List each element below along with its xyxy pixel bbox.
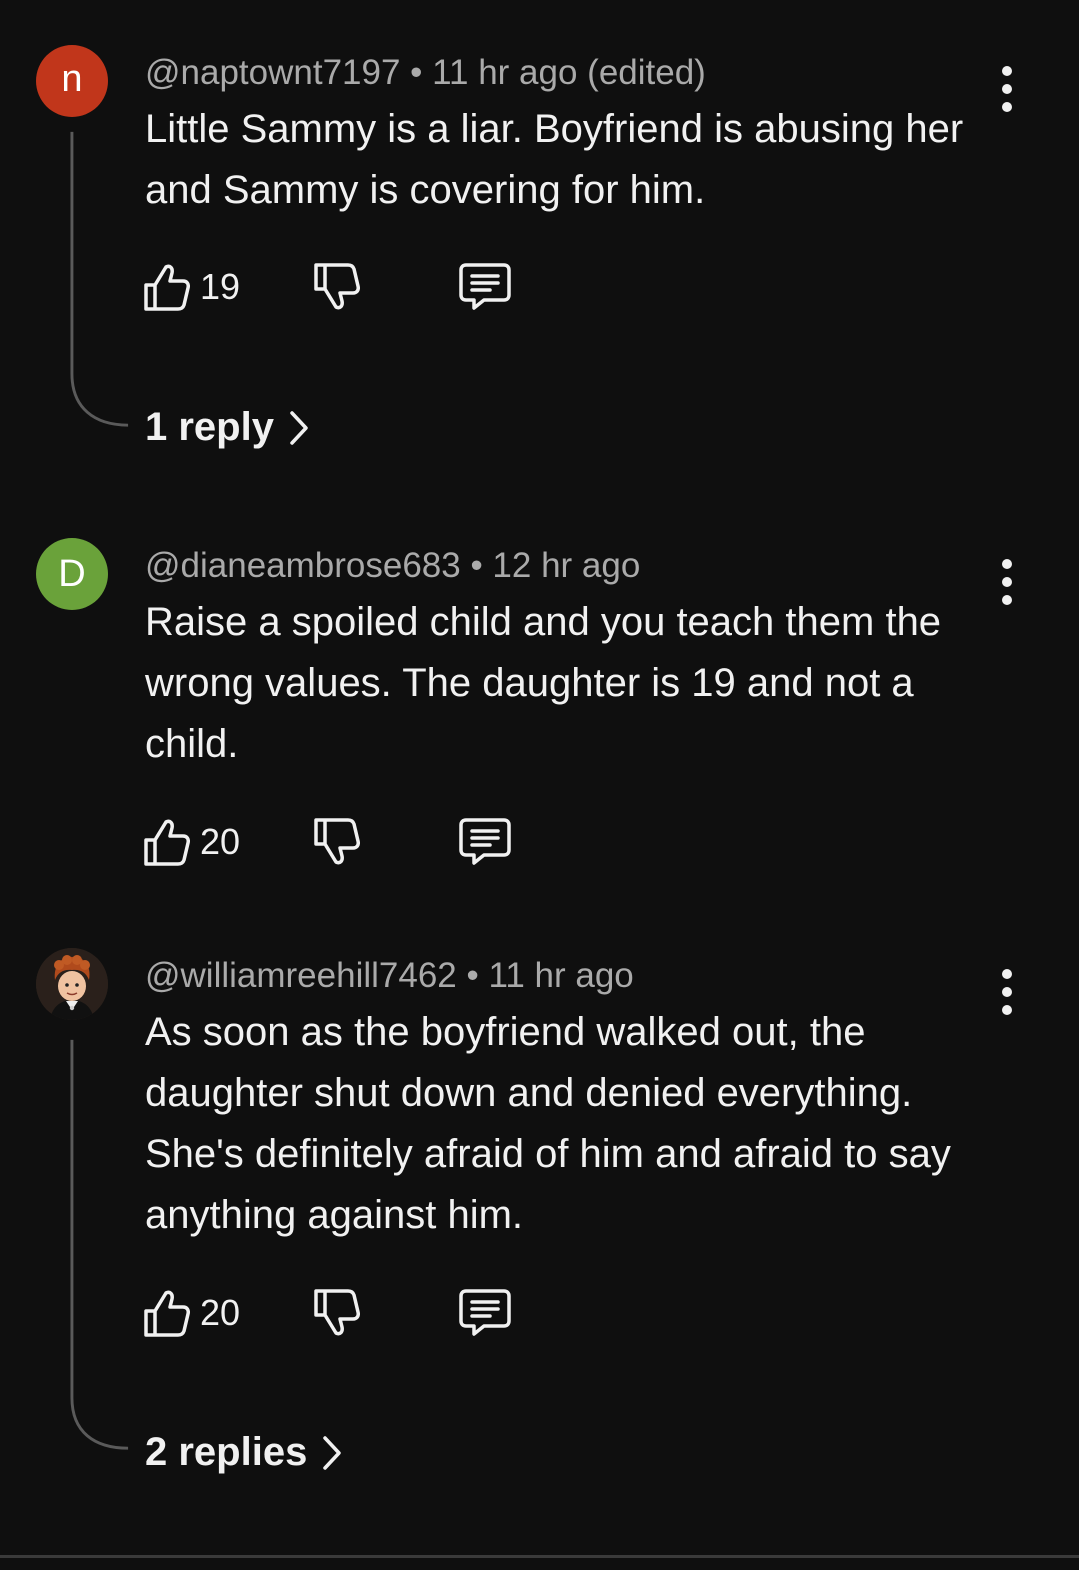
avatar[interactable]: n: [36, 45, 108, 117]
thumbs-down-icon: [314, 818, 360, 865]
like-count: 20: [200, 821, 241, 862]
comment-icon: [459, 818, 511, 865]
like-button[interactable]: 20: [142, 814, 240, 870]
like-count: 20: [200, 1292, 241, 1333]
thread-line: [70, 1039, 129, 1450]
more-vert-icon[interactable]: [990, 555, 1024, 609]
like-count: 19: [200, 266, 241, 307]
avatar-letter: D: [58, 552, 86, 595]
comment-text: Raise a spoiled child and you teach them…: [145, 600, 942, 766]
thumbs-down-icon: [314, 1289, 360, 1336]
dislike-button[interactable]: [312, 814, 360, 870]
avatar[interactable]: D: [36, 538, 108, 610]
comment-text: As soon as the boyfriend walked out, the…: [145, 1010, 951, 1237]
thread-line: [70, 131, 129, 427]
cartoon-boy-avatar-icon: [36, 948, 108, 1020]
like-button[interactable]: 20: [142, 1285, 240, 1341]
chevron-right-icon: [323, 1435, 342, 1470]
comment-meta[interactable]: @naptownt7197 • 11 hr ago (edited): [145, 53, 706, 93]
comment-icon: [459, 1289, 511, 1336]
divider: [0, 1555, 1079, 1558]
more-vert-icon[interactable]: [990, 965, 1024, 1019]
avatar[interactable]: [36, 948, 108, 1020]
avatar-letter: n: [61, 57, 83, 100]
comment-meta[interactable]: @williamreehill7462 • 11 hr ago: [145, 956, 634, 996]
chevron-right-icon: [290, 410, 308, 445]
reply-button[interactable]: [458, 814, 512, 870]
reply-button[interactable]: [458, 1285, 512, 1341]
thumbs-up-icon: [144, 264, 190, 311]
comment-meta[interactable]: @dianeambrose683 • 12 hr ago: [145, 546, 640, 586]
comment-icon: [459, 263, 511, 310]
view-replies-button[interactable]: 2 replies: [145, 1430, 343, 1475]
like-button[interactable]: 19: [142, 259, 240, 315]
thumbs-up-icon: [144, 819, 190, 866]
thumbs-down-icon: [314, 263, 360, 310]
comment-text: Little Sammy is a liar. Boyfriend is abu…: [145, 107, 964, 212]
replies-label: 1 reply: [145, 405, 274, 449]
replies-label: 2 replies: [145, 1430, 308, 1474]
thumbs-up-icon: [144, 1290, 190, 1337]
dislike-button[interactable]: [312, 1285, 360, 1341]
dislike-button[interactable]: [312, 259, 360, 315]
reply-button[interactable]: [458, 259, 512, 315]
view-replies-button[interactable]: 1 reply: [145, 405, 310, 450]
more-vert-icon[interactable]: [990, 62, 1024, 116]
